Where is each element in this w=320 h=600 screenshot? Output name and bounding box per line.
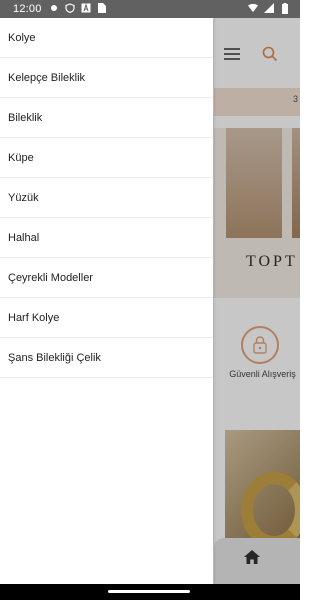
drawer-item-ceyrekli-modeller[interactable]: Çeyrekli Modeller [0, 258, 213, 298]
drawer-item-harf-kolye[interactable]: Harf Kolye [0, 298, 213, 338]
status-left-icons [49, 3, 107, 13]
sim-icon [97, 3, 107, 13]
wifi-icon [248, 3, 258, 13]
drawer-item-label: Yüzük [8, 191, 39, 204]
drawer-item-label: Halhal [8, 231, 40, 244]
drawer-item-sans-bilekligi-celik[interactable]: Şans Bilekliği Çelik [0, 338, 213, 378]
status-bar: 12:00 [0, 0, 300, 18]
notification-dot-icon [49, 3, 59, 13]
drawer-item-bileklik[interactable]: Bileklik [0, 98, 213, 138]
drawer-item-halhal[interactable]: Halhal [0, 218, 213, 258]
drawer-item-label: Kolye [8, 31, 36, 44]
drawer-item-label: Şans Bilekliği Çelik [8, 351, 101, 364]
drawer-item-kupe[interactable]: Küpe [0, 138, 213, 178]
drawer-item-kelepce-bileklik[interactable]: Kelepçe Bileklik [0, 58, 213, 98]
drawer-item-label: Çeyrekli Modeller [8, 271, 93, 284]
drawer-item-yuzuk[interactable]: Yüzük [0, 178, 213, 218]
a-icon [81, 3, 91, 13]
drawer-item-kolye[interactable]: Kolye [0, 18, 213, 58]
status-time: 12:00 [13, 3, 42, 15]
drawer-item-label: Kelepçe Bileklik [8, 71, 86, 84]
signal-icon [264, 3, 274, 13]
battery-icon [280, 2, 290, 14]
drawer-item-label: Harf Kolye [8, 311, 60, 324]
gesture-handle[interactable] [108, 590, 190, 593]
status-right-icons [248, 2, 290, 14]
shield-icon [65, 3, 75, 13]
system-navigation-bar [0, 584, 300, 600]
drawer-item-label: Küpe [8, 151, 34, 164]
navigation-drawer: Kolye Kelepçe Bileklik Bileklik Küpe Yüz… [0, 18, 213, 584]
drawer-item-label: Bileklik [8, 111, 43, 124]
